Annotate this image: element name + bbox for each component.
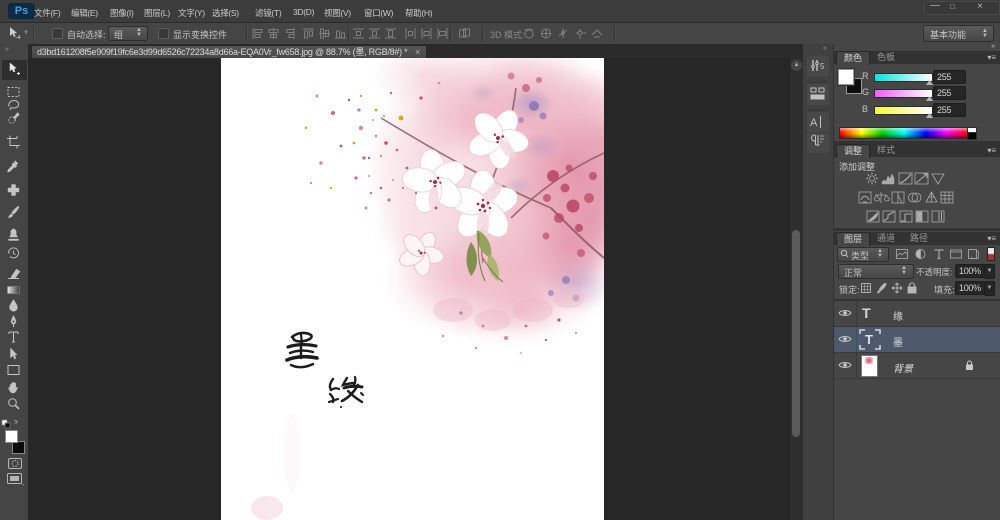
svg-text:«: « [823,45,827,52]
svg-text:»: » [5,46,9,53]
svg-text:5: 5 [820,62,825,71]
svg-text:A: A [810,117,818,129]
svg-text:T: T [865,332,873,347]
